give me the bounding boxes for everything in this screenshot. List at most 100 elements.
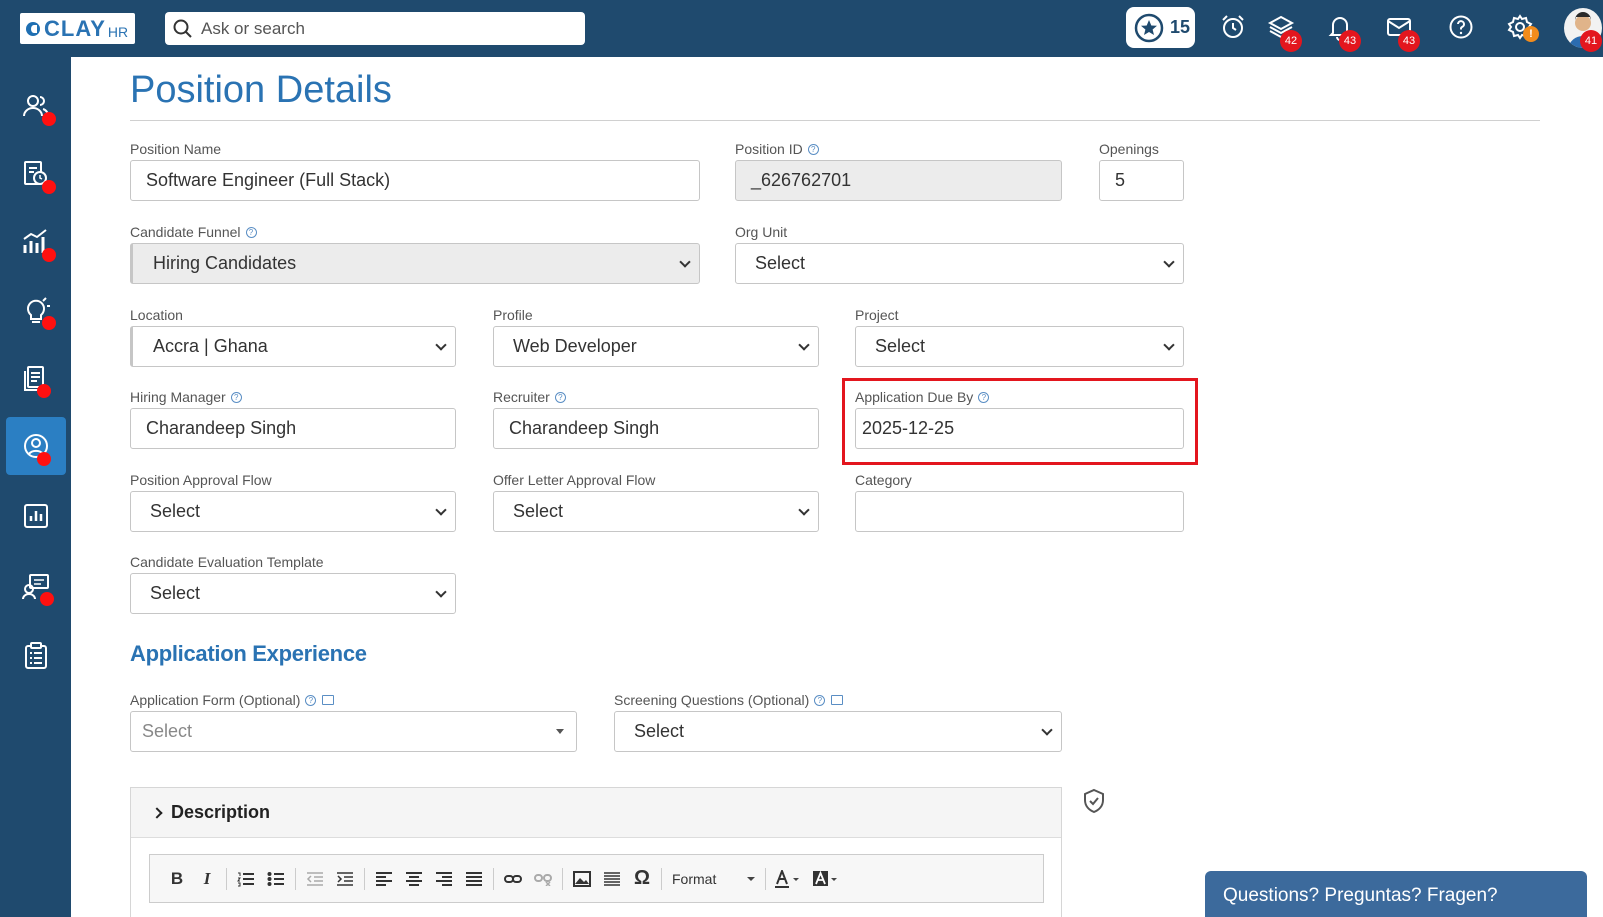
recruiter-label-text: Recruiter (493, 389, 550, 405)
bullet-list-icon (267, 871, 284, 886)
unlink-button[interactable] (528, 865, 558, 893)
alarm-button[interactable] (1218, 12, 1248, 42)
clayhr-logo[interactable]: CLAY HR (20, 13, 135, 44)
sidebar-item-records[interactable] (6, 349, 66, 407)
sidebar-item-people[interactable] (6, 77, 66, 135)
candidate-evaluation-template-select[interactable]: Select (130, 573, 456, 614)
toolbar-separator (493, 867, 494, 890)
application-form-select[interactable]: Select (130, 711, 577, 752)
toolbar-separator (562, 867, 563, 890)
org-unit-select[interactable]: Select (735, 243, 1184, 284)
open-folder-icon[interactable] (831, 695, 844, 705)
format-dropdown[interactable]: Format (666, 871, 761, 887)
logo-text: CLAY (44, 15, 106, 41)
bullet-list-button[interactable] (261, 865, 291, 893)
screening-questions-value: Select (634, 721, 685, 741)
location-value: Accra | Ghana (153, 336, 268, 356)
numbered-list-button[interactable] (231, 865, 261, 893)
special-character-button[interactable]: Ω (627, 865, 657, 893)
profile-label-text: Profile (493, 307, 533, 323)
sidebar-notification-dot (40, 592, 54, 606)
openings-value: 5 (1115, 170, 1126, 190)
position-name-value: Software Engineer (Full Stack) (146, 170, 391, 190)
bold-button[interactable]: B (162, 865, 192, 893)
indent-button[interactable] (330, 865, 360, 893)
position-id-label-text: Position ID (735, 141, 803, 157)
offer-letter-approval-flow-select[interactable]: Select (493, 491, 819, 532)
avatar-badge: 41 (1580, 30, 1602, 52)
sidebar-item-documents-time[interactable] (6, 145, 66, 203)
align-center-button[interactable] (399, 865, 429, 893)
clipboard-icon (25, 642, 47, 669)
category-label-text: Category (855, 472, 912, 488)
link-button[interactable] (498, 865, 528, 893)
chevron-down-icon (1041, 724, 1053, 736)
search-input[interactable] (201, 18, 561, 39)
align-right-button[interactable] (429, 865, 459, 893)
sidebar-item-ideas[interactable] (6, 281, 66, 339)
help-icon[interactable]: ? (305, 694, 317, 706)
chat-widget[interactable]: Questions? Preguntas? Fragen? (1205, 871, 1587, 917)
recruiter-field[interactable]: Charandeep Singh (493, 408, 819, 449)
profile-label: Profile (493, 307, 533, 323)
layers-button[interactable]: 42 (1266, 12, 1302, 52)
help-icon[interactable]: ? (230, 391, 242, 403)
help-icon[interactable]: ? (807, 143, 819, 155)
location-select[interactable]: Accra | Ghana (130, 326, 456, 367)
help-icon[interactable]: ? (554, 391, 566, 403)
background-color-button[interactable] (808, 865, 846, 893)
hiring-manager-value: Charandeep Singh (146, 418, 297, 438)
messages-button[interactable]: 43 (1384, 12, 1420, 52)
outdent-button[interactable] (300, 865, 330, 893)
sidebar-item-training[interactable] (6, 557, 66, 615)
notifications-button[interactable]: 43 (1325, 12, 1361, 52)
rewards-count: 15 (1170, 17, 1191, 37)
chevron-down-icon (435, 339, 447, 351)
messages-badge: 43 (1398, 30, 1420, 52)
sidebar-notification-dot (42, 180, 56, 194)
help-icon[interactable]: ? (814, 694, 826, 706)
position-approval-flow-select[interactable]: Select (130, 491, 456, 532)
profile-select[interactable]: Web Developer (493, 326, 819, 367)
editor-toolbar: B I Ω Format (149, 854, 1044, 903)
candidate-funnel-label-text: Candidate Funnel (130, 224, 241, 240)
sidebar-item-reports[interactable] (6, 487, 66, 545)
screening-questions-select[interactable]: Select (614, 711, 1062, 752)
align-left-icon (376, 871, 392, 886)
italic-button[interactable]: I (192, 865, 222, 893)
sidebar-item-recruiting[interactable] (6, 417, 66, 475)
image-button[interactable] (567, 865, 597, 893)
horizontal-line-button[interactable] (597, 865, 627, 893)
location-label: Location (130, 307, 183, 323)
openings-field[interactable]: 5 (1099, 160, 1184, 201)
hiring-manager-field[interactable]: Charandeep Singh (130, 408, 456, 449)
openings-label-text: Openings (1099, 141, 1159, 157)
help-icon (1449, 15, 1473, 39)
project-select[interactable]: Select (855, 326, 1184, 367)
toolbar-separator (364, 867, 365, 890)
org-unit-label: Org Unit (735, 224, 787, 240)
justify-button[interactable] (459, 865, 489, 893)
hiring-manager-label-text: Hiring Manager (130, 389, 226, 405)
description-toggle[interactable]: Description (131, 788, 1061, 838)
text-color-button[interactable] (770, 865, 808, 893)
outdent-icon (306, 871, 323, 886)
position-name-label-text: Position Name (130, 141, 222, 157)
search-bar[interactable] (165, 12, 585, 45)
open-folder-icon[interactable] (322, 695, 335, 705)
help-icon[interactable]: ? (245, 226, 257, 238)
sidebar-item-tasks[interactable] (6, 627, 66, 685)
sidebar-item-analytics[interactable] (6, 213, 66, 271)
settings-button[interactable]: ! (1505, 12, 1539, 42)
rewards-button[interactable]: 15 (1126, 7, 1195, 48)
org-unit-label-text: Org Unit (735, 224, 788, 240)
category-field[interactable] (855, 491, 1184, 532)
help-button[interactable] (1446, 12, 1476, 42)
security-shield-button[interactable] (1082, 788, 1106, 819)
position-name-field[interactable]: Software Engineer (Full Stack) (130, 160, 700, 201)
chevron-down-icon (435, 586, 447, 598)
sidebar (0, 57, 71, 917)
candidate-funnel-select[interactable]: Hiring Candidates (130, 243, 700, 284)
align-left-button[interactable] (369, 865, 399, 893)
justify-icon (466, 871, 482, 886)
